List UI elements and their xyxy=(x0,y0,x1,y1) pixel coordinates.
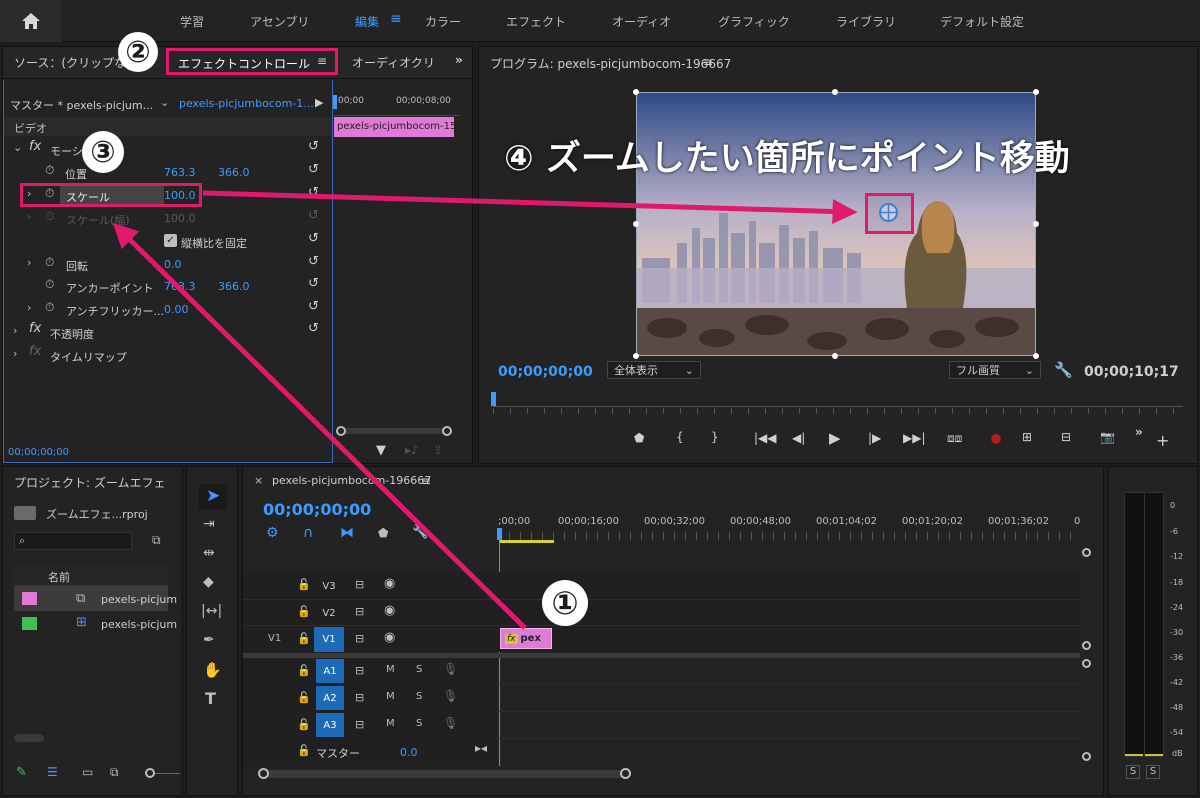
arrow-clip-to-scale xyxy=(112,222,527,630)
annotation-step4-label: ④ ズームしたい箇所にポイント移動 xyxy=(504,139,1070,179)
arrow-scale-to-anchor xyxy=(202,190,858,224)
annotation-arrows xyxy=(112,190,858,630)
annotation-step3: ③ xyxy=(82,131,124,173)
annotation-step2: ② xyxy=(118,32,158,72)
annotation-step1: ① xyxy=(542,580,588,626)
